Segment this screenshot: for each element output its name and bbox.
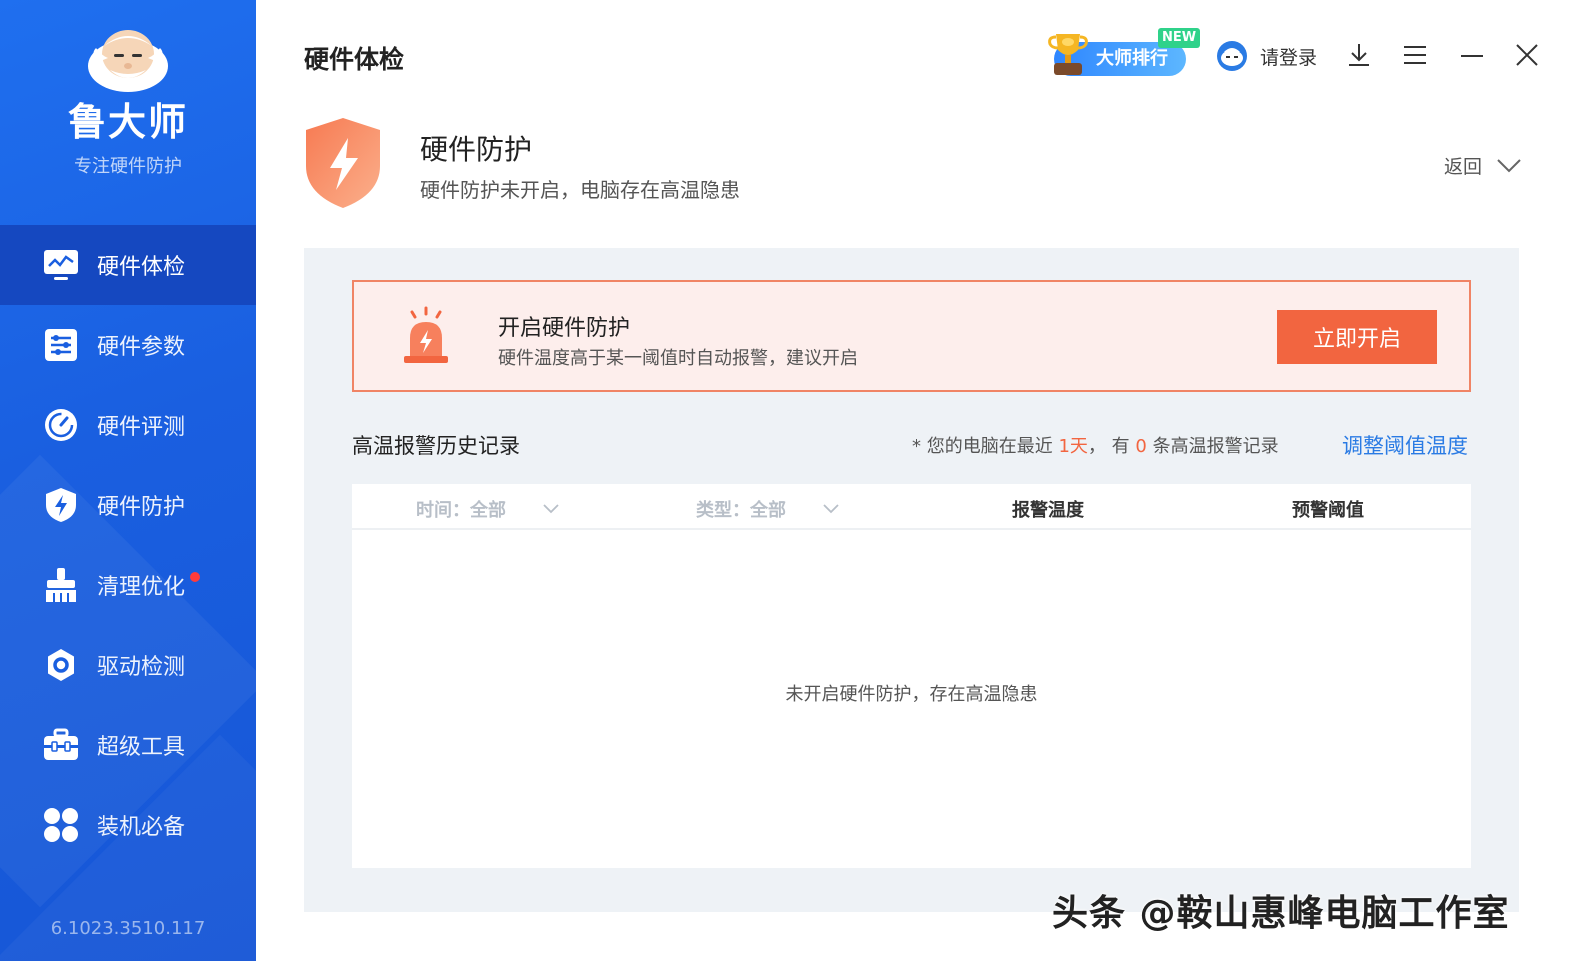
chevron-down-icon bbox=[1497, 158, 1521, 172]
menu-icon[interactable] bbox=[1402, 42, 1428, 68]
brand-slogan: 专注硬件防护 bbox=[74, 156, 182, 177]
protection-header: 硬件防护 硬件防护未开启，电脑存在高温隐患 返回 bbox=[256, 112, 1571, 242]
master-rank-button[interactable]: 大师排行 NEW bbox=[1046, 28, 1201, 78]
sidebar-item-hardware-bench[interactable]: 硬件评测 bbox=[0, 385, 256, 465]
login-label: 请登录 bbox=[1260, 46, 1318, 69]
brand-name: 鲁大师 bbox=[67, 100, 188, 144]
version-text: 6.1023.3510.117 bbox=[50, 918, 206, 939]
broom-icon bbox=[42, 566, 80, 604]
minimize-icon[interactable] bbox=[1459, 42, 1485, 68]
toolbox-icon bbox=[42, 726, 80, 764]
notification-dot bbox=[190, 572, 200, 582]
table-header: 时间：全部 类型：全部 报警温度 预警阈值 bbox=[352, 484, 1471, 530]
monitor-icon bbox=[42, 246, 80, 284]
sliders-icon bbox=[42, 326, 80, 364]
sidebar-item-label: 清理优化 bbox=[97, 575, 186, 600]
sidebar-item-hardware-check[interactable]: 硬件体检 bbox=[0, 225, 256, 305]
type-filter-dropdown[interactable]: 类型：全部 bbox=[696, 496, 840, 522]
alarm-history-table: 时间：全部 类型：全部 报警温度 预警阈值 未开启硬件防护，存在高温隐患 bbox=[352, 484, 1471, 868]
summary-prefix: * 您的电脑在最近 bbox=[912, 436, 1053, 457]
close-icon[interactable] bbox=[1514, 42, 1540, 68]
sidebar-item-hardware-params[interactable]: 硬件参数 bbox=[0, 305, 256, 385]
protection-status: 硬件防护未开启，电脑存在高温隐患 bbox=[420, 178, 740, 202]
watermark-text: 头条 @鞍山惠峰电脑工作室 bbox=[1052, 893, 1510, 934]
sidebar-nav: 硬件体检 硬件参数 硬件评测 硬件防护 清理优化 驱动检测 超级工具 装机必备 bbox=[0, 225, 256, 865]
alert-description: 硬件温度高于某一阈值时自动报警，建议开启 bbox=[498, 348, 858, 369]
login-button[interactable]: 请登录 bbox=[1216, 40, 1317, 72]
enable-protection-card: 开启硬件防护 硬件温度高于某一阈值时自动报警，建议开启 立即开启 bbox=[352, 280, 1471, 392]
user-avatar-icon bbox=[1217, 41, 1247, 71]
sidebar-item-label: 装机必备 bbox=[97, 815, 186, 840]
grid-icon bbox=[42, 806, 80, 844]
column-threshold: 预警阈值 bbox=[1292, 500, 1364, 521]
download-icon[interactable] bbox=[1346, 42, 1372, 68]
sidebar-item-label: 驱动检测 bbox=[97, 655, 186, 680]
back-label: 返回 bbox=[1444, 156, 1483, 178]
trophy-icon bbox=[1048, 34, 1088, 75]
summary-mid: ， 有 bbox=[1087, 436, 1130, 457]
enable-now-button[interactable]: 立即开启 bbox=[1277, 310, 1437, 364]
adjust-threshold-link[interactable]: 调整阈值温度 bbox=[1342, 430, 1468, 460]
sidebar-item-label: 硬件防护 bbox=[97, 495, 186, 520]
siren-icon bbox=[404, 306, 448, 363]
summary-suffix: 条高温报警记录 bbox=[1152, 436, 1279, 457]
time-filter-label: 时间：全部 bbox=[416, 500, 506, 521]
back-button[interactable]: 返回 bbox=[1444, 152, 1522, 179]
summary-days: 1天 bbox=[1058, 436, 1088, 457]
time-filter-dropdown[interactable]: 时间：全部 bbox=[416, 496, 560, 522]
page-title: 硬件体检 bbox=[304, 45, 405, 74]
alert-title: 开启硬件防护 bbox=[498, 316, 631, 341]
sidebar: 鲁大师 专注硬件防护 硬件体检 硬件参数 硬件评测 硬件防护 清理优化 驱动检测… bbox=[0, 0, 256, 961]
sidebar-item-essentials[interactable]: 装机必备 bbox=[0, 785, 256, 865]
sidebar-item-label: 硬件体检 bbox=[97, 255, 186, 280]
history-title: 高温报警历史记录 bbox=[352, 434, 520, 458]
new-badge: NEW bbox=[1158, 28, 1201, 48]
sidebar-item-label: 超级工具 bbox=[97, 735, 186, 760]
shield-bolt-icon bbox=[42, 486, 80, 524]
app-window: 鲁大师 专注硬件防护 硬件体检 硬件参数 硬件评测 硬件防护 清理优化 驱动检测… bbox=[0, 0, 1571, 961]
sidebar-item-label: 硬件参数 bbox=[97, 335, 186, 360]
history-header: 高温报警历史记录 * 您的电脑在最近 1天， 有 0 条高温报警记录 调整阈值温… bbox=[352, 424, 1471, 464]
sidebar-item-cleanup[interactable]: 清理优化 bbox=[0, 545, 256, 625]
sidebar-item-super-tools[interactable]: 超级工具 bbox=[0, 705, 256, 785]
column-alarm-temp: 报警温度 bbox=[1012, 500, 1084, 521]
logo: 鲁大师 专注硬件防护 bbox=[0, 24, 256, 178]
chevron-down-icon bbox=[543, 504, 559, 514]
history-summary: * 您的电脑在最近 1天， 有 0 条高温报警记录 bbox=[912, 432, 1279, 458]
shield-bolt-icon bbox=[306, 118, 380, 208]
chevron-down-icon bbox=[823, 504, 839, 514]
sidebar-item-label: 硬件评测 bbox=[97, 415, 186, 440]
protection-title: 硬件防护 bbox=[420, 133, 533, 166]
summary-count: 0 bbox=[1135, 436, 1147, 457]
sidebar-item-hardware-protect[interactable]: 硬件防护 bbox=[0, 465, 256, 545]
content-panel: 开启硬件防护 硬件温度高于某一阈值时自动报警，建议开启 立即开启 高温报警历史记… bbox=[304, 248, 1519, 912]
gear-icon bbox=[42, 646, 80, 684]
type-filter-label: 类型：全部 bbox=[696, 500, 786, 521]
speedometer-icon bbox=[42, 406, 80, 444]
sidebar-item-driver-check[interactable]: 驱动检测 bbox=[0, 625, 256, 705]
empty-state-text: 未开启硬件防护，存在高温隐患 bbox=[785, 684, 1038, 705]
topbar: 硬件体检 大师排行 NEW 请登录 bbox=[256, 0, 1571, 112]
mascot-logo-icon bbox=[88, 30, 168, 92]
